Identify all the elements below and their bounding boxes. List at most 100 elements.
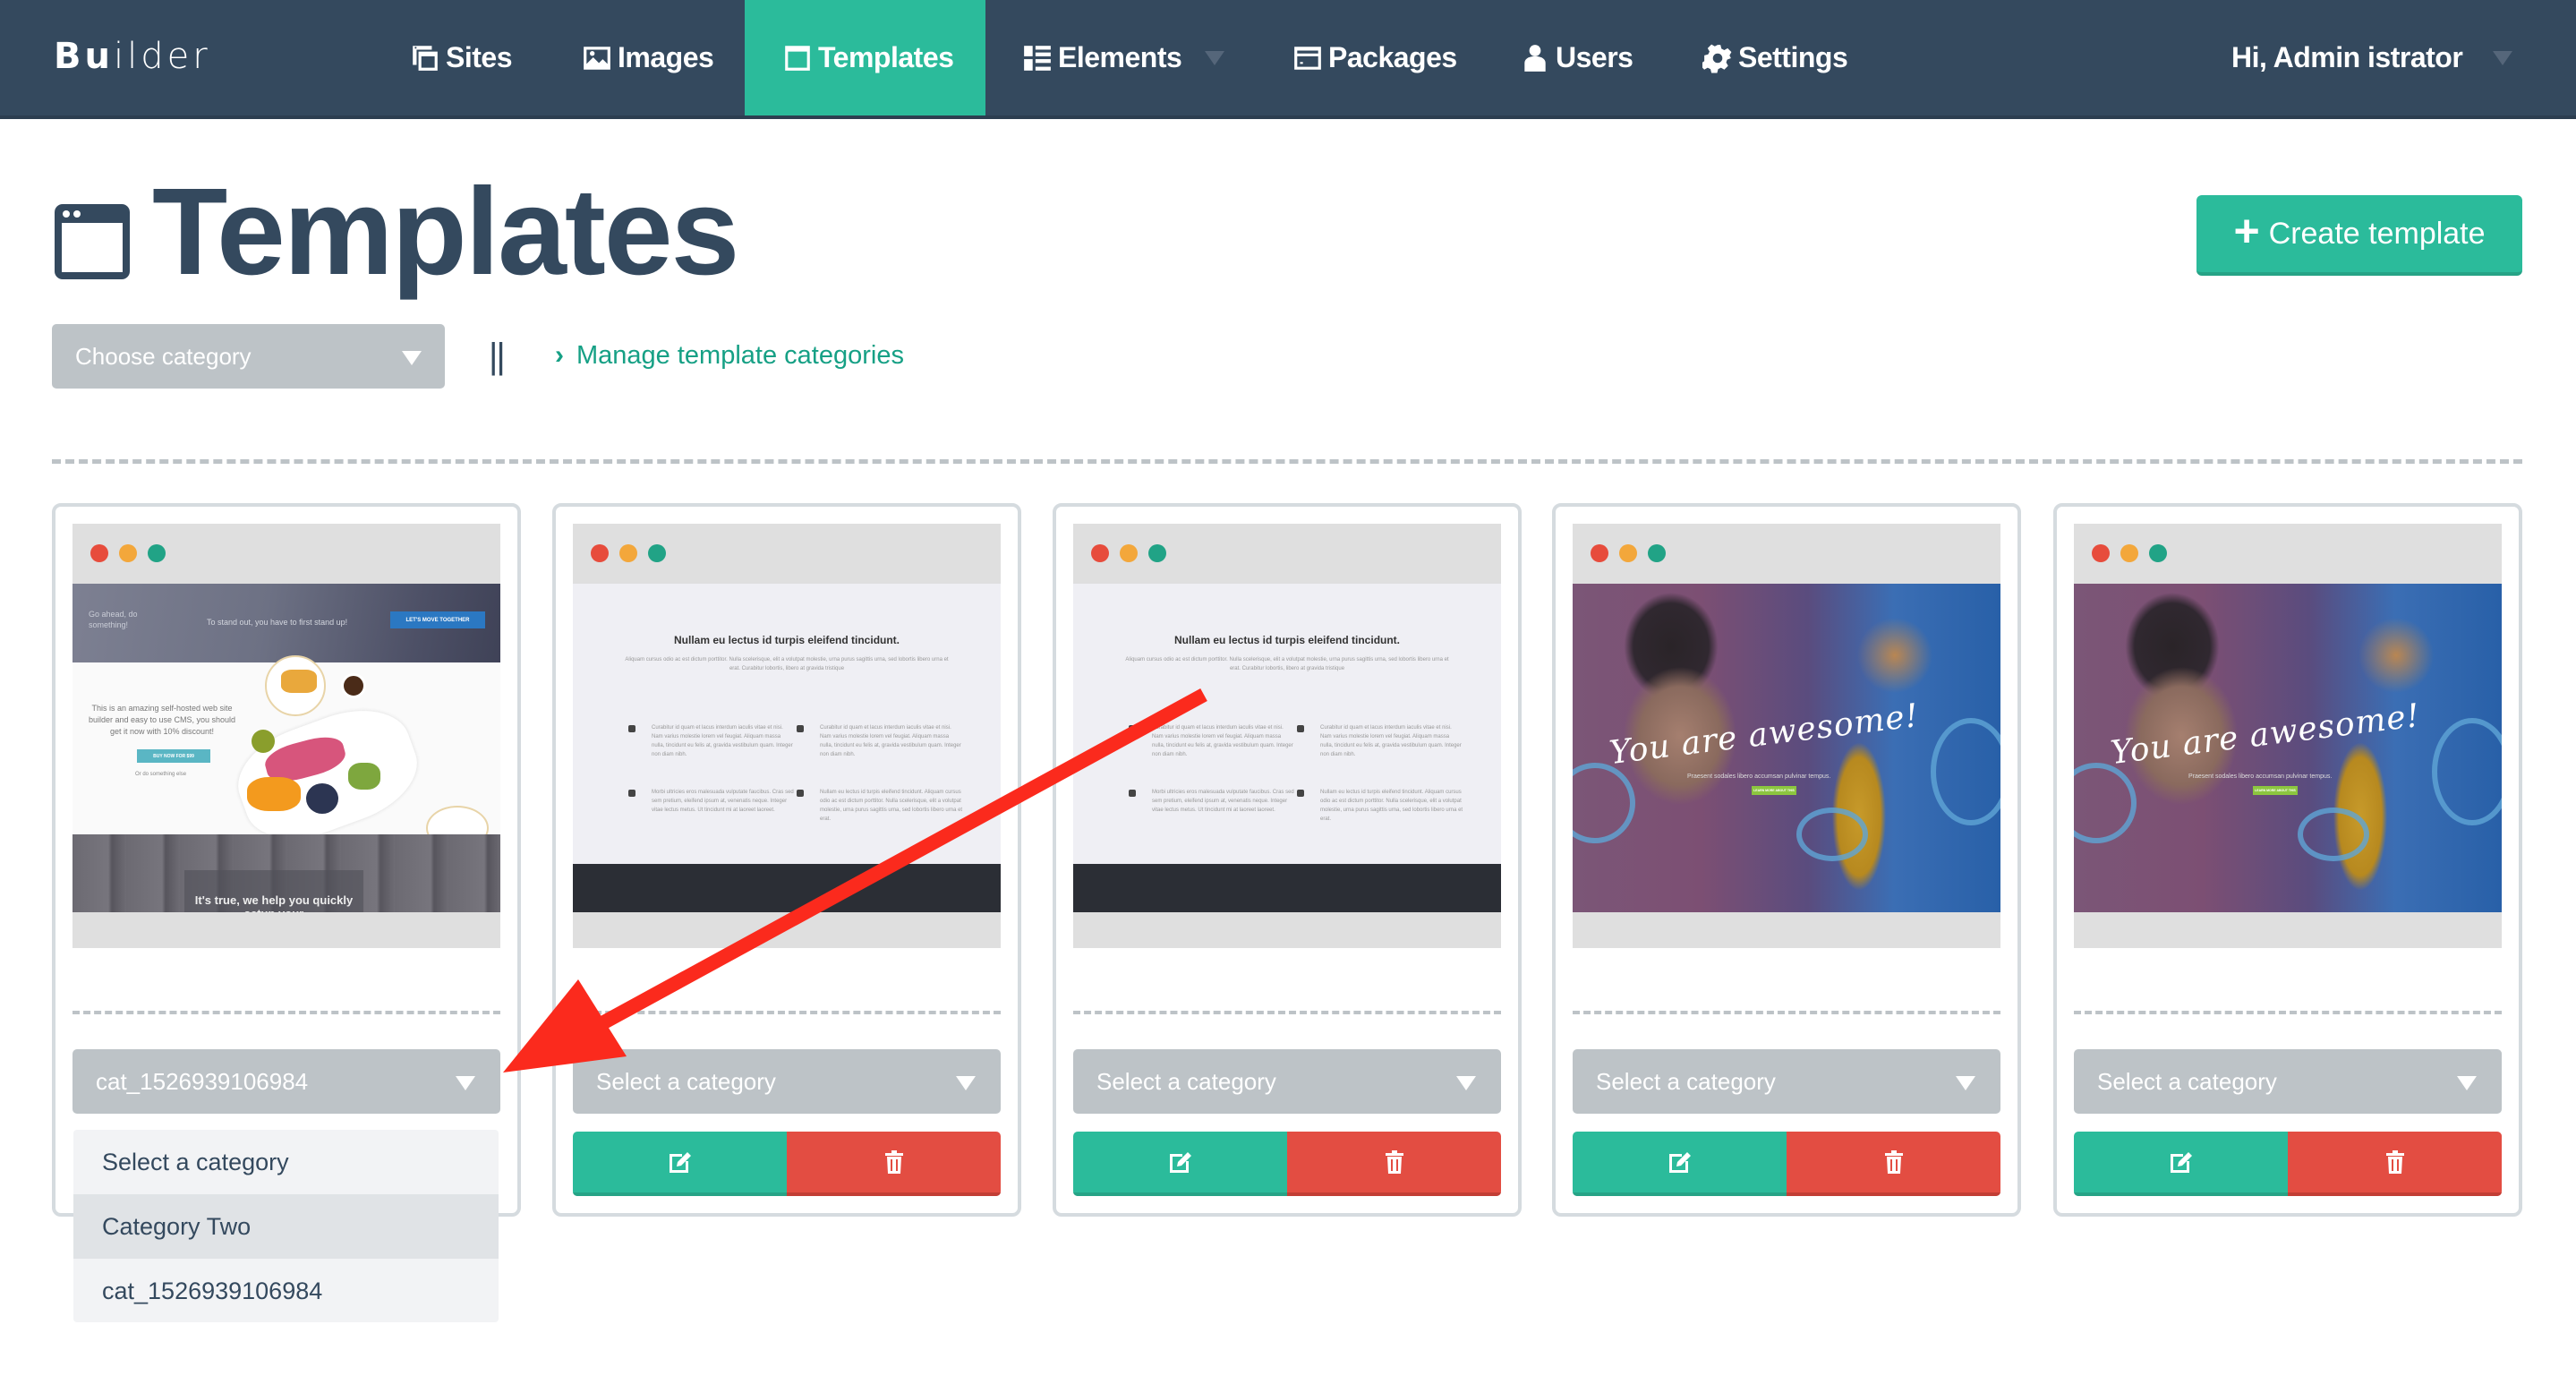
template-card: Nullam eu lectus id turpis eleifend tinc… bbox=[1053, 503, 1522, 1217]
template-thumbnail[interactable]: Nullam eu lectus id turpis eleifend tinc… bbox=[573, 524, 1001, 948]
dot-red bbox=[2092, 544, 2110, 562]
brand-rest: ilder bbox=[113, 36, 211, 77]
list-icon bbox=[1024, 45, 1051, 71]
template-preview: Go ahead, do something! To stand out, yo… bbox=[73, 584, 500, 912]
edit-button[interactable] bbox=[2074, 1132, 2288, 1196]
divider bbox=[52, 459, 2522, 464]
package-icon bbox=[1294, 46, 1321, 70]
preview-feature: Curabitur id quam et lacus interdum iacu… bbox=[652, 725, 793, 757]
nav-images[interactable]: Images bbox=[582, 0, 714, 115]
dashboard-icon bbox=[628, 725, 635, 732]
delete-button[interactable] bbox=[1287, 1132, 1501, 1196]
dot-yellow bbox=[1619, 544, 1637, 562]
caret-down-icon bbox=[1456, 1076, 1476, 1090]
food-image bbox=[281, 670, 317, 693]
chart-icon bbox=[1297, 725, 1304, 732]
dropdown-option[interactable]: Category Two bbox=[73, 1194, 499, 1259]
template-thumbnail[interactable]: You are awesome! Praesent sodales libero… bbox=[1573, 524, 2000, 948]
template-thumbnail[interactable]: You are awesome! Praesent sodales libero… bbox=[2074, 524, 2502, 948]
dot-yellow bbox=[2120, 544, 2138, 562]
plus-icon: + bbox=[2233, 206, 2260, 256]
thumbs-up-icon bbox=[1297, 790, 1304, 797]
mural-decoration bbox=[1573, 763, 1635, 843]
preview-graffiti-hero: You are awesome! Praesent sodales libero… bbox=[1573, 584, 2000, 912]
trash-icon bbox=[884, 1150, 903, 1174]
mural-decoration bbox=[1931, 718, 2000, 825]
edit-button[interactable] bbox=[1073, 1132, 1287, 1196]
edit-icon bbox=[669, 1152, 691, 1173]
preview-hero: This is an amazing self-hosted web site … bbox=[73, 655, 500, 856]
dot-red bbox=[591, 544, 609, 562]
preview-button: LEARN MORE ABOUT THIS bbox=[2253, 786, 2298, 795]
card-actions bbox=[1573, 1132, 2000, 1196]
preview-bottom-banner: It's true, we help you quickly setup you… bbox=[73, 834, 500, 912]
category-filter-value: Choose category bbox=[75, 342, 252, 370]
chevron-down-icon bbox=[2493, 50, 2513, 65]
user-menu[interactable]: Hi, Admin istrator bbox=[2231, 0, 2513, 115]
trash-icon bbox=[2385, 1150, 2404, 1174]
nav-settings[interactable]: Settings bbox=[1702, 0, 1848, 115]
nav-packages[interactable]: Packages bbox=[1292, 0, 1457, 115]
preview-heading: Nullam eu lectus id turpis eleifend tinc… bbox=[673, 634, 900, 646]
preview-feature: Nullam eu lectus id turpis eleifend tinc… bbox=[820, 790, 963, 822]
window-icon bbox=[55, 204, 130, 279]
preview-text: Aliquam cursus odio ac est dictum portti… bbox=[625, 657, 949, 671]
preview-text: Praesent sodales libero accumsan pulvina… bbox=[1687, 773, 1831, 780]
preview-graffiti-hero: You are awesome! Praesent sodales libero… bbox=[2074, 584, 2502, 912]
card-divider bbox=[73, 1011, 500, 1014]
top-navbar: Builder Sites Images Templates Elements … bbox=[0, 0, 2576, 119]
nav-users-label: Users bbox=[1556, 41, 1633, 73]
nav-sites-label: Sites bbox=[446, 41, 512, 73]
nav-sites[interactable]: Sites bbox=[410, 0, 512, 115]
category-filter-select[interactable]: Choose category bbox=[52, 324, 445, 389]
card-actions bbox=[1073, 1132, 1501, 1196]
preview-headline: You are awesome! bbox=[1607, 696, 1922, 773]
dot-yellow bbox=[119, 544, 137, 562]
delete-button[interactable] bbox=[1787, 1132, 2000, 1196]
delete-button[interactable] bbox=[787, 1132, 1001, 1196]
preview-feature: Nullam eu lectus id turpis eleifend tinc… bbox=[1320, 790, 1463, 822]
dropdown-option[interactable]: Select a category bbox=[73, 1130, 499, 1194]
template-card: You are awesome! Praesent sodales libero… bbox=[2053, 503, 2522, 1217]
image-icon bbox=[584, 46, 610, 70]
template-card: Go ahead, do something! To stand out, yo… bbox=[52, 503, 521, 1217]
nav-elements-label: Elements bbox=[1058, 41, 1182, 73]
brand-logo[interactable]: Builder bbox=[54, 36, 211, 77]
category-select[interactable]: cat_1526939106984 bbox=[73, 1049, 500, 1114]
preview-text: Praesent sodales libero accumsan pulvina… bbox=[2188, 773, 2333, 780]
food-image bbox=[247, 777, 301, 811]
template-thumbnail[interactable]: Nullam eu lectus id turpis eleifend tinc… bbox=[1073, 524, 1501, 948]
card-actions bbox=[573, 1132, 1001, 1196]
preview-footer bbox=[1073, 864, 1501, 912]
page-title: Templates bbox=[152, 163, 739, 301]
category-dropdown-menu: Select a category Category Two cat_15269… bbox=[73, 1130, 499, 1322]
gear-icon bbox=[1702, 44, 1732, 73]
caret-down-icon bbox=[1956, 1076, 1975, 1090]
dot-red bbox=[1591, 544, 1608, 562]
nav-users[interactable]: Users bbox=[1520, 0, 1633, 115]
dropdown-option[interactable]: cat_1526939106984 bbox=[73, 1259, 499, 1322]
dot-yellow bbox=[619, 544, 637, 562]
category-select[interactable]: Select a category bbox=[2074, 1049, 2502, 1114]
edit-button[interactable] bbox=[1573, 1132, 1787, 1196]
category-select-value: Select a category bbox=[1596, 1067, 1776, 1095]
edit-icon bbox=[1668, 1152, 1691, 1173]
create-template-button[interactable]: + Create template bbox=[2196, 195, 2522, 276]
template-thumbnail[interactable]: Go ahead, do something! To stand out, yo… bbox=[73, 524, 500, 948]
manage-categories-link[interactable]: › Manage template categories bbox=[555, 340, 904, 371]
chevron-right-icon: › bbox=[555, 340, 564, 370]
category-select[interactable]: Select a category bbox=[1073, 1049, 1501, 1114]
preview-button: LEARN MORE ABOUT THIS bbox=[1752, 786, 1796, 795]
preview-feature: Morbi ultricies eros malesuada vulputate… bbox=[652, 790, 794, 813]
preview-feature: Curabitur id quam et lacus interdum iacu… bbox=[1152, 725, 1293, 757]
category-select[interactable]: Select a category bbox=[1573, 1049, 2000, 1114]
category-select[interactable]: Select a category bbox=[573, 1049, 1001, 1114]
edit-button[interactable] bbox=[573, 1132, 787, 1196]
nav-templates[interactable]: Templates bbox=[745, 0, 985, 115]
nav-elements[interactable]: Elements bbox=[1022, 0, 1225, 115]
nav-images-label: Images bbox=[618, 41, 714, 73]
nav-settings-label: Settings bbox=[1738, 41, 1848, 73]
delete-button[interactable] bbox=[2288, 1132, 2502, 1196]
card-divider bbox=[1573, 1011, 2000, 1014]
preview-feature: Curabitur id quam et lacus interdum iacu… bbox=[820, 725, 961, 757]
